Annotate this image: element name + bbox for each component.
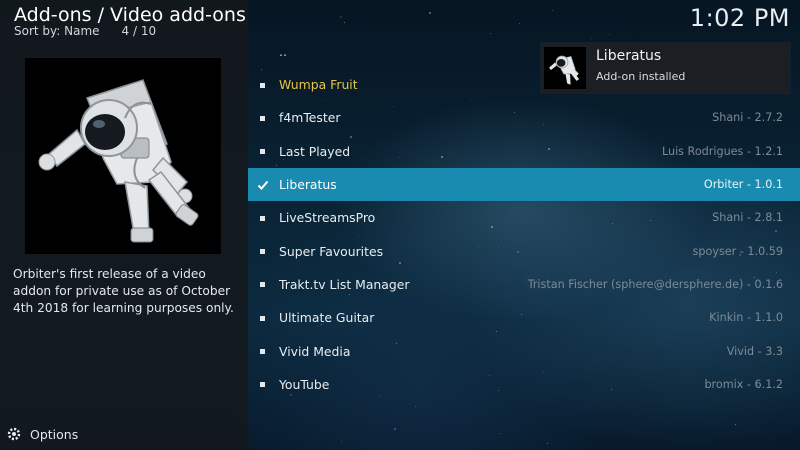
list-item[interactable]: LiveStreamsPro Shani - 2.8.1 bbox=[248, 201, 800, 234]
list-item-name: Vivid Media bbox=[279, 343, 351, 359]
list-item[interactable]: Super Favourites spoyser - 1.0.59 bbox=[248, 234, 800, 267]
list-item[interactable]: Vivid Media Vivid - 3.3 bbox=[248, 334, 800, 367]
bullet-icon bbox=[260, 282, 265, 288]
star bbox=[341, 441, 342, 442]
sort-info: Sort by: Name 4 / 10 bbox=[14, 24, 156, 38]
bullet-icon bbox=[260, 215, 265, 221]
sort-button[interactable]: Sort by: Name bbox=[14, 24, 100, 38]
addon-thumbnail bbox=[25, 58, 221, 254]
star bbox=[344, 22, 345, 23]
list-item-name: f4mTester bbox=[279, 110, 341, 126]
list-item-author-version: Luis Rodrigues - 1.2.1 bbox=[661, 144, 783, 158]
list-item-name: Wumpa Fruit bbox=[279, 77, 358, 93]
list-item-author-version: Orbiter - 1.0.1 bbox=[703, 178, 783, 192]
star bbox=[552, 10, 553, 11]
options-button[interactable]: Options bbox=[6, 426, 78, 442]
star bbox=[340, 16, 342, 18]
options-label: Options bbox=[30, 426, 79, 442]
kodi-addons-screen: Add-ons / Video add-ons Sort by: Name 4 /… bbox=[0, 0, 800, 450]
star bbox=[429, 12, 431, 14]
notification-toast: Liberatus Add-on installed bbox=[541, 43, 790, 93]
bullet-icon bbox=[260, 315, 265, 321]
addon-description: Orbiter's first release of a video addon… bbox=[13, 267, 234, 315]
list-item-author-version: Vivid - 3.3 bbox=[726, 344, 783, 358]
list-item-author-version: Tristan Fischer (sphere@dersphere.de) - … bbox=[527, 277, 783, 291]
parent-folder-label: .. bbox=[279, 44, 287, 59]
star bbox=[500, 433, 501, 434]
star bbox=[415, 406, 416, 407]
item-position: 4 / 10 bbox=[121, 24, 157, 38]
list-item-author-version: Shani - 2.7.2 bbox=[712, 111, 783, 125]
list-item[interactable]: Ultimate Guitar Kinkin - 1.1.0 bbox=[248, 301, 800, 334]
star bbox=[394, 428, 396, 430]
star bbox=[735, 424, 736, 425]
star bbox=[519, 23, 520, 24]
checkmark-icon bbox=[257, 180, 269, 190]
astronaut-icon bbox=[544, 47, 586, 89]
bullet-icon bbox=[260, 149, 265, 155]
bullet-icon bbox=[260, 82, 265, 88]
list-item-author-version: spoyser - 1.0.59 bbox=[692, 244, 783, 258]
bullet-icon bbox=[260, 115, 265, 121]
list-item-name: Liberatus bbox=[279, 177, 337, 193]
astronaut-image bbox=[25, 58, 221, 254]
list-item-name: Last Played bbox=[279, 143, 351, 159]
gear-icon bbox=[7, 427, 21, 441]
list-item-name: Trakt.tv List Manager bbox=[279, 276, 410, 292]
bullet-icon bbox=[260, 349, 265, 355]
list-item-name: YouTube bbox=[279, 376, 330, 392]
list-item[interactable]: YouTube bromix - 6.1.2 bbox=[248, 368, 800, 401]
list-item[interactable]: Liberatus Orbiter - 1.0.1 bbox=[248, 167, 800, 202]
page-title: Add-ons / Video add-ons bbox=[14, 4, 246, 26]
info-panel: Add-ons / Video add-ons Sort by: Name 4 /… bbox=[0, 0, 248, 450]
list-item[interactable]: Last Played Luis Rodrigues - 1.2.1 bbox=[248, 135, 800, 168]
star bbox=[490, 33, 491, 34]
list-item-name: LiveStreamsPro bbox=[279, 210, 376, 226]
astronaut-thumb-icon bbox=[544, 47, 586, 89]
list-item[interactable]: f4mTester Shani - 2.7.2 bbox=[248, 101, 800, 134]
list-item-name: Ultimate Guitar bbox=[279, 310, 375, 326]
list-item-author-version: Kinkin - 1.1.0 bbox=[709, 311, 783, 325]
toast-message: Add-on installed bbox=[596, 70, 686, 83]
bullet-icon bbox=[260, 249, 265, 255]
bullet-icon bbox=[260, 382, 265, 388]
list-item-author-version: Shani - 2.8.1 bbox=[712, 211, 783, 225]
clock: 1:02 PM bbox=[689, 4, 790, 32]
list-item-author-version: bromix - 6.1.2 bbox=[704, 377, 783, 391]
star bbox=[547, 443, 548, 444]
toast-title: Liberatus bbox=[596, 48, 662, 64]
list-item[interactable]: Trakt.tv List Manager Tristan Fischer (sp… bbox=[248, 268, 800, 301]
list-item-name: Super Favourites bbox=[279, 243, 384, 259]
